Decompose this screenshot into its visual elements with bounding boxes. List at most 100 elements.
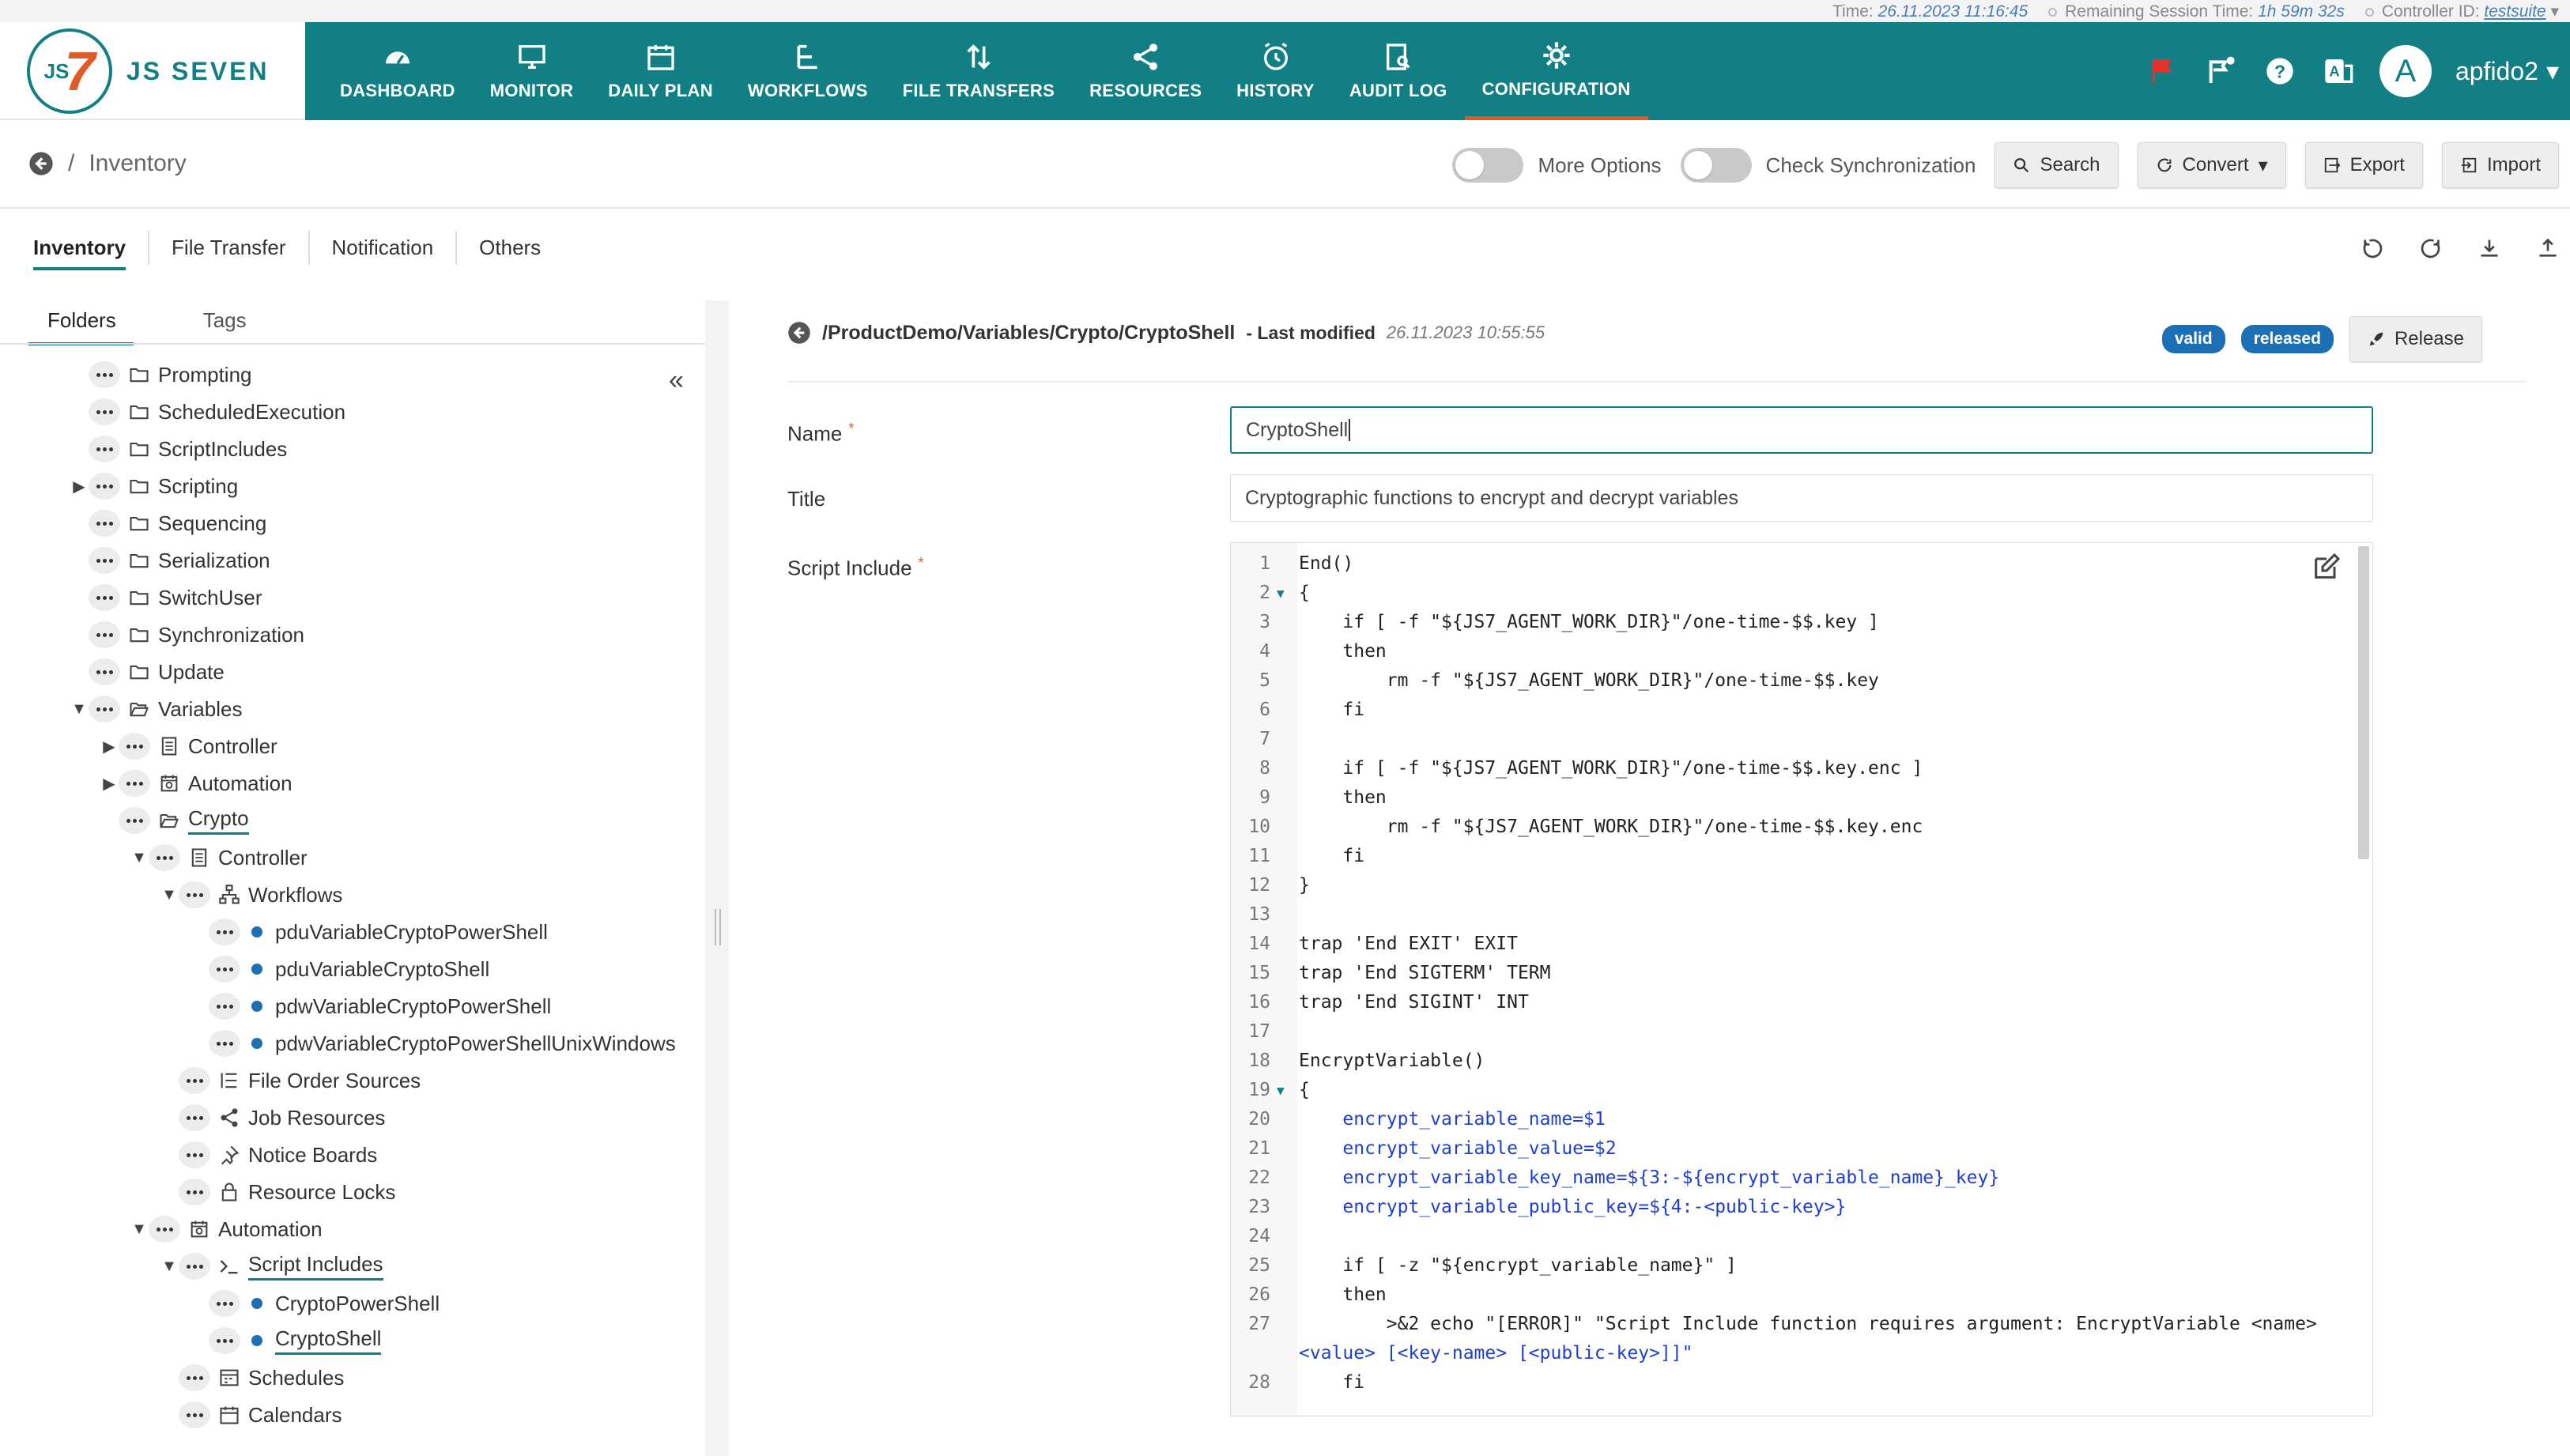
more-actions-icon[interactable] [179, 1364, 210, 1391]
download-icon[interactable] [2478, 237, 2500, 259]
nav-monitor[interactable]: MONITOR [473, 22, 591, 120]
tree-item[interactable]: pduVariableCryptoPowerShell [190, 915, 548, 949]
avatar[interactable]: A [2379, 45, 2432, 97]
tree-item[interactable]: ▼ Automation [130, 1212, 323, 1247]
import-button[interactable]: Import [2441, 142, 2559, 188]
tab-folders[interactable]: Folders [28, 305, 134, 345]
collapse-icon[interactable]: ▼ [70, 700, 89, 719]
tree-item[interactable]: Resource Locks [160, 1175, 395, 1209]
tree-item[interactable]: Serialization [70, 543, 270, 578]
nav-audit-log[interactable]: AUDIT LOG [1332, 22, 1465, 120]
tree-item[interactable]: ▼ Controller [130, 840, 308, 875]
tree-item[interactable]: Prompting [70, 357, 252, 392]
more-actions-icon[interactable] [89, 436, 120, 462]
name-field[interactable]: CryptoShell [1230, 406, 2373, 454]
more-actions-icon[interactable] [119, 770, 150, 797]
more-actions-icon[interactable] [179, 1401, 210, 1428]
tree-item[interactable]: ScheduledExecution [70, 394, 345, 429]
controller-id-selector[interactable]: Controller ID: testsuite ▾ [2364, 2, 2559, 21]
notification-flag-icon[interactable] [2204, 54, 2239, 89]
fold-icon[interactable]: ▼ [1277, 579, 1285, 608]
more-actions-icon[interactable] [179, 1141, 210, 1168]
back-icon[interactable] [787, 321, 811, 345]
check-sync-toggle[interactable]: Check Synchronization [1680, 148, 1976, 183]
tab-others[interactable]: Others [455, 231, 563, 265]
nav-resources[interactable]: RESOURCES [1072, 22, 1219, 120]
more-actions-icon[interactable] [119, 807, 150, 834]
more-actions-icon[interactable] [89, 621, 120, 648]
tree-item[interactable]: ▼ Workflows [160, 877, 342, 912]
more-actions-icon[interactable] [119, 733, 150, 760]
tab-inventory[interactable]: Inventory [28, 231, 148, 270]
export-button[interactable]: Export [2304, 142, 2423, 188]
tree-item[interactable]: ▶ Automation [100, 766, 292, 801]
tree-item[interactable]: Job Resources [160, 1100, 385, 1135]
more-actions-icon[interactable] [89, 584, 120, 611]
more-actions-icon[interactable] [89, 398, 120, 425]
more-actions-icon[interactable] [179, 1179, 210, 1205]
convert-button[interactable]: Convert ▾ [2137, 142, 2286, 188]
nav-dashboard[interactable]: DASHBOARD [323, 22, 473, 120]
collapse-icon[interactable]: ▼ [130, 849, 149, 867]
tree-item[interactable]: ▼ Variables [70, 692, 242, 726]
back-icon[interactable] [28, 151, 54, 176]
tab-tags[interactable]: Tags [184, 305, 247, 345]
editor-scrollbar[interactable] [2358, 546, 2369, 859]
upload-icon[interactable] [2537, 237, 2559, 259]
redo-icon[interactable] [2420, 237, 2442, 259]
tab-notification[interactable]: Notification [308, 231, 456, 265]
tree-item[interactable]: Update [70, 654, 225, 689]
undo-icon[interactable] [2361, 237, 2383, 259]
more-actions-icon[interactable] [209, 956, 240, 983]
expand-icon[interactable]: ▶ [100, 774, 119, 794]
tree-item[interactable]: pdwVariableCryptoPowerShell [190, 989, 551, 1024]
collapse-icon[interactable]: ▼ [130, 1220, 149, 1239]
tree-item[interactable]: File Order Sources [160, 1063, 421, 1098]
more-actions-icon[interactable] [149, 1216, 180, 1243]
tree-item[interactable]: Schedules [160, 1360, 344, 1395]
nav-daily-plan[interactable]: DAILY PLAN [591, 22, 730, 120]
release-button[interactable]: Release [2349, 316, 2482, 362]
more-actions-icon[interactable] [209, 993, 240, 1020]
more-actions-icon[interactable] [209, 1030, 240, 1057]
flag-icon[interactable] [2145, 54, 2180, 89]
more-actions-icon[interactable] [179, 1067, 210, 1094]
expand-icon[interactable]: ▶ [70, 477, 89, 496]
collapse-icon[interactable]: ▼ [160, 1258, 179, 1276]
tree-item[interactable]: pduVariableCryptoShell [190, 952, 489, 986]
more-actions-icon[interactable] [89, 361, 120, 388]
tree-item[interactable]: ▶ Controller [100, 729, 277, 764]
nav-file-transfers[interactable]: FILE TRANSFERS [885, 22, 1072, 120]
tree-item[interactable]: Synchronization [70, 617, 304, 652]
more-options-toggle[interactable]: More Options [1452, 148, 1662, 183]
collapse-panel-icon[interactable]: « [669, 365, 684, 396]
more-actions-icon[interactable] [89, 473, 120, 500]
tree-item[interactable]: pdwVariableCryptoPowerShellUnixWindows [190, 1026, 676, 1061]
title-field[interactable]: Cryptographic functions to encrypt and d… [1230, 474, 2373, 522]
panel-resize-handle[interactable] [705, 300, 729, 1456]
more-actions-icon[interactable] [209, 1327, 240, 1354]
language-icon[interactable]: A [2321, 54, 2356, 89]
more-actions-icon[interactable] [89, 547, 120, 574]
nav-configuration[interactable]: CONFIGURATION [1464, 22, 1648, 120]
more-actions-icon[interactable] [179, 1104, 210, 1131]
more-actions-icon[interactable] [149, 844, 180, 871]
more-actions-icon[interactable] [179, 881, 210, 908]
tree-item[interactable]: Calendars [160, 1398, 342, 1432]
search-button[interactable]: Search [1994, 142, 2119, 188]
more-actions-icon[interactable] [89, 510, 120, 537]
tree-item[interactable]: CryptoPowerShell [190, 1286, 440, 1321]
tree-item[interactable]: CryptoShell [190, 1323, 382, 1358]
more-actions-icon[interactable] [209, 918, 240, 945]
logo[interactable]: JS 7 JS SEVEN [0, 22, 305, 120]
expand-icon[interactable]: ▶ [100, 737, 119, 756]
help-icon[interactable]: ? [2262, 54, 2297, 89]
tree-item[interactable]: Sequencing [70, 506, 266, 541]
nav-workflows[interactable]: WORKFLOWS [730, 22, 885, 120]
tree-item[interactable]: ScriptIncludes [70, 432, 287, 466]
tree-item[interactable]: Notice Boards [160, 1137, 377, 1172]
tree-item[interactable]: SwitchUser [70, 580, 262, 615]
tree-item[interactable]: ▼ Script Includes [160, 1249, 383, 1284]
more-actions-icon[interactable] [89, 658, 120, 685]
tree-item[interactable]: ▶ Scripting [70, 469, 238, 504]
